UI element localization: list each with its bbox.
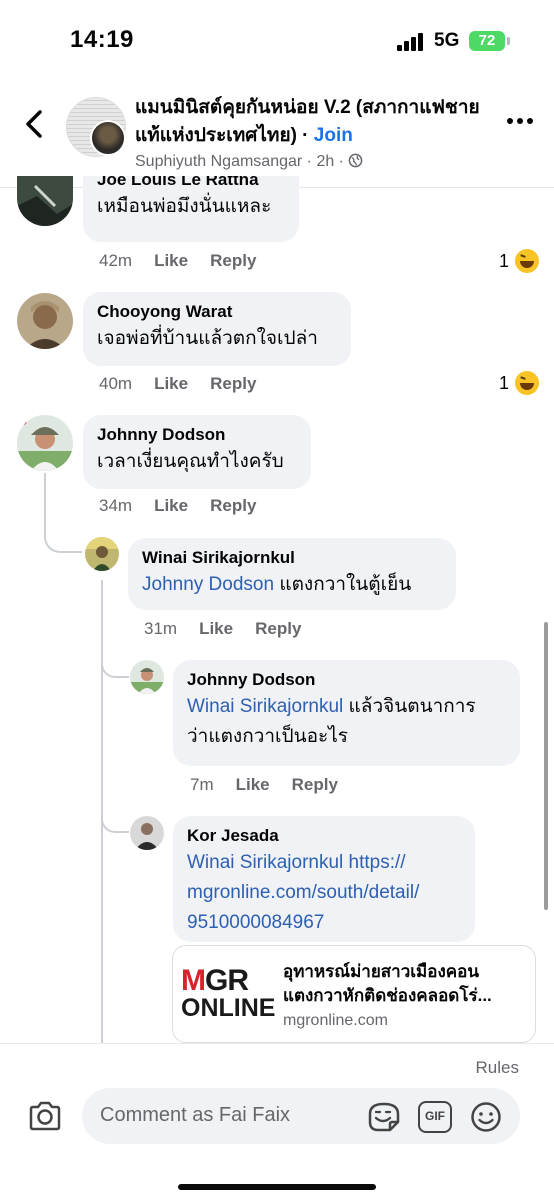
reply-button[interactable]: Reply [255,619,301,638]
avatar[interactable] [130,816,164,850]
like-button[interactable]: Like [199,619,233,638]
like-button[interactable]: Like [154,374,188,393]
like-button[interactable]: Like [154,251,188,270]
smile-icon[interactable] [470,1101,502,1133]
globe-icon [349,153,363,168]
laugh-emoji-icon [515,371,540,395]
gif-button[interactable]: GIF [418,1101,452,1133]
comment-text-body: แตงกวาในตู้เย็น [274,574,412,595]
reply-button[interactable]: Reply [210,251,256,270]
comment-input[interactable]: Comment as Fai Faix GIF [82,1088,520,1144]
scrollbar[interactable] [544,622,548,910]
battery-icon: 72 [469,31,505,51]
comment-time: 31m [144,619,178,638]
logo-gr: GR [205,964,249,997]
like-button[interactable]: Like [154,496,188,515]
reply-button[interactable]: Reply [210,496,256,515]
signal-icon [397,33,427,51]
reply-button[interactable]: Reply [210,374,256,393]
group-name[interactable]: แมนมินิสต์คุยกันหน่อย V.2 (สภากาแฟชายแท้… [135,97,480,146]
comment-composer: Rules Comment as Fai Faix GIF [0,1043,554,1200]
comment-text: เหมือนพ่อมึงนั่นแหละ [97,196,272,217]
laugh-emoji-icon [515,249,540,273]
like-button[interactable]: Like [236,775,270,794]
link-domain: mgronline.com [283,1012,388,1029]
link-preview-card[interactable]: MGR ONLINE อุทาหรณ์ม่ายสาวเมืองคอน แตงกว… [172,945,536,1043]
post-meta: Suphiyuth Ngamsangar · 2h · [135,153,363,171]
logo-online: ONLINE [181,994,276,1022]
post-header: แมนมินิสต์คุยกันหน่อย V.2 (สภากาแฟชายแท้… [0,80,554,188]
avatar[interactable] [17,293,73,349]
comment-time: 40m [99,374,133,393]
commenter-name[interactable]: Chooyong Warat [97,302,337,322]
commenter-name[interactable]: Johnny Dodson [187,670,506,690]
mgr-online-logo: MGR ONLINE [181,966,276,1022]
join-button[interactable]: Join [314,125,353,146]
group-title[interactable]: แมนมินิสต์คุยกันหน่อย V.2 (สภากาแฟชายแท้… [135,94,490,150]
reaction-number: 1 [499,250,510,271]
comment-bubble: Johnny Dodson Winai Sirikajornkul แล้วจิ… [173,660,520,766]
chevron-left-icon[interactable] [18,104,50,144]
commenter-name[interactable]: Johnny Dodson [97,425,297,445]
status-time: 14:19 [70,26,134,53]
mention-link[interactable]: Johnny Dodson [142,574,274,595]
comment-text-body: แล้วจินตนาการ [343,696,476,717]
link-title: อุทาหรณ์ม่ายสาวเมืองคอน [283,962,479,981]
comment-text-line2: ว่าแตงกวาเป็นอะไร [187,726,348,747]
avatar[interactable] [85,537,119,571]
home-indicator [178,1184,376,1190]
comment-actions: 31m Like Reply [144,619,323,639]
commenter-name[interactable]: Winai Sirikajornkul [142,548,442,568]
logo-top: MGR [181,966,269,996]
comment-placeholder: Comment as Fai Faix [100,1104,291,1126]
comment-bubble: Chooyong Warat เจอพ่อที่บ้านแล้วตกใจเปล่… [83,292,351,366]
author-avatar[interactable] [90,120,126,156]
reaction-count[interactable]: 1 [499,371,540,395]
comment-actions: 34m Like Reply [99,496,278,516]
post-time: · 2h · [302,153,349,170]
network-label: 5G [434,30,460,51]
thread-connector [101,795,129,833]
sticker-icon[interactable] [366,1100,402,1134]
more-options-button[interactable] [507,118,533,126]
battery-tip [507,37,510,45]
comment-text: Winai Sirikajornkul แล้วจินตนาการ [187,692,506,722]
url-link[interactable]: https:// [343,852,406,873]
logo-m: M [181,964,206,997]
avatar[interactable] [17,415,73,471]
thread-connector [101,640,129,678]
reaction-number: 1 [499,372,510,393]
comment-bubble: Kor Jesada Winai Sirikajornkul https:// … [173,816,475,942]
camera-icon[interactable] [27,1100,63,1132]
author-name[interactable]: Suphiyuth Ngamsangar [135,153,302,170]
comment-actions: 42m Like Reply [99,251,278,271]
status-bar: 14:19 5G 72 [0,0,554,80]
comment-text: เวลาเงี่ยนคุณทำไงครับ [97,451,284,472]
reaction-count[interactable]: 1 [499,249,540,273]
comment-bubble: Winai Sirikajornkul Johnny Dodson แตงกวา… [128,538,456,610]
avatar[interactable] [130,660,164,694]
avatar[interactable] [17,176,73,226]
comment-actions: 7m Like Reply [190,775,360,795]
mention-link[interactable]: Winai Sirikajornkul [187,852,343,873]
comment-text: เจอพ่อที่บ้านแล้วตกใจเปล่า [97,328,318,349]
url-link[interactable]: mgronline.com/south/detail/ [187,878,461,908]
comment-actions: 40m Like Reply [99,374,278,394]
comment-text: Winai Sirikajornkul https:// [187,848,461,878]
comment-time: 34m [99,496,133,515]
comment-text: Johnny Dodson แตงกวาในตู้เย็น [142,570,442,600]
link-title-line2: แตงกวาหักติดช่องคลอดโร่... [283,986,492,1005]
comment-bubble: Johnny Dodson เวลาเงี่ยนคุณทำไงครับ [83,415,311,489]
commenter-name[interactable]: Joe Louis Le Rattha [97,176,285,190]
commenter-name[interactable]: Kor Jesada [187,826,461,846]
rules-link[interactable]: Rules [476,1058,519,1078]
comment-time: 42m [99,251,133,270]
comment-bubble: Joe Louis Le Rattha เหมือนพ่อมึงนั่นแหละ [83,176,299,242]
comment-time: 7m [190,775,214,794]
thread-connector [44,473,82,553]
url-link[interactable]: 9510000084967 [187,908,461,938]
mention-link[interactable]: Winai Sirikajornkul [187,696,343,717]
reply-button[interactable]: Reply [292,775,338,794]
